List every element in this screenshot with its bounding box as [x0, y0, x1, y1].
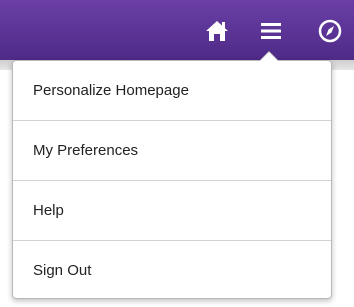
- navigator-button[interactable]: [311, 12, 349, 50]
- hamburger-menu-icon: [259, 20, 283, 42]
- menu-item-sign-out[interactable]: Sign Out: [13, 241, 331, 300]
- top-navigation-bar: [0, 0, 354, 60]
- menu-item-label: My Preferences: [33, 142, 139, 159]
- menu-item-help[interactable]: Help: [13, 181, 331, 240]
- actions-menu-button[interactable]: [252, 12, 290, 50]
- menu-item-my-preferences[interactable]: My Preferences: [13, 121, 331, 180]
- actions-dropdown-menu: Personalize Homepage My Preferences Help…: [12, 60, 332, 299]
- menu-item-personalize-homepage[interactable]: Personalize Homepage: [13, 61, 331, 120]
- menu-item-label: Help: [33, 202, 64, 219]
- dropdown-pointer: [259, 52, 279, 62]
- home-icon: [204, 19, 230, 43]
- home-button[interactable]: [198, 12, 236, 50]
- menu-item-label: Personalize Homepage: [33, 82, 189, 99]
- navigator-compass-icon: [317, 18, 343, 44]
- menu-item-label: Sign Out: [33, 262, 92, 279]
